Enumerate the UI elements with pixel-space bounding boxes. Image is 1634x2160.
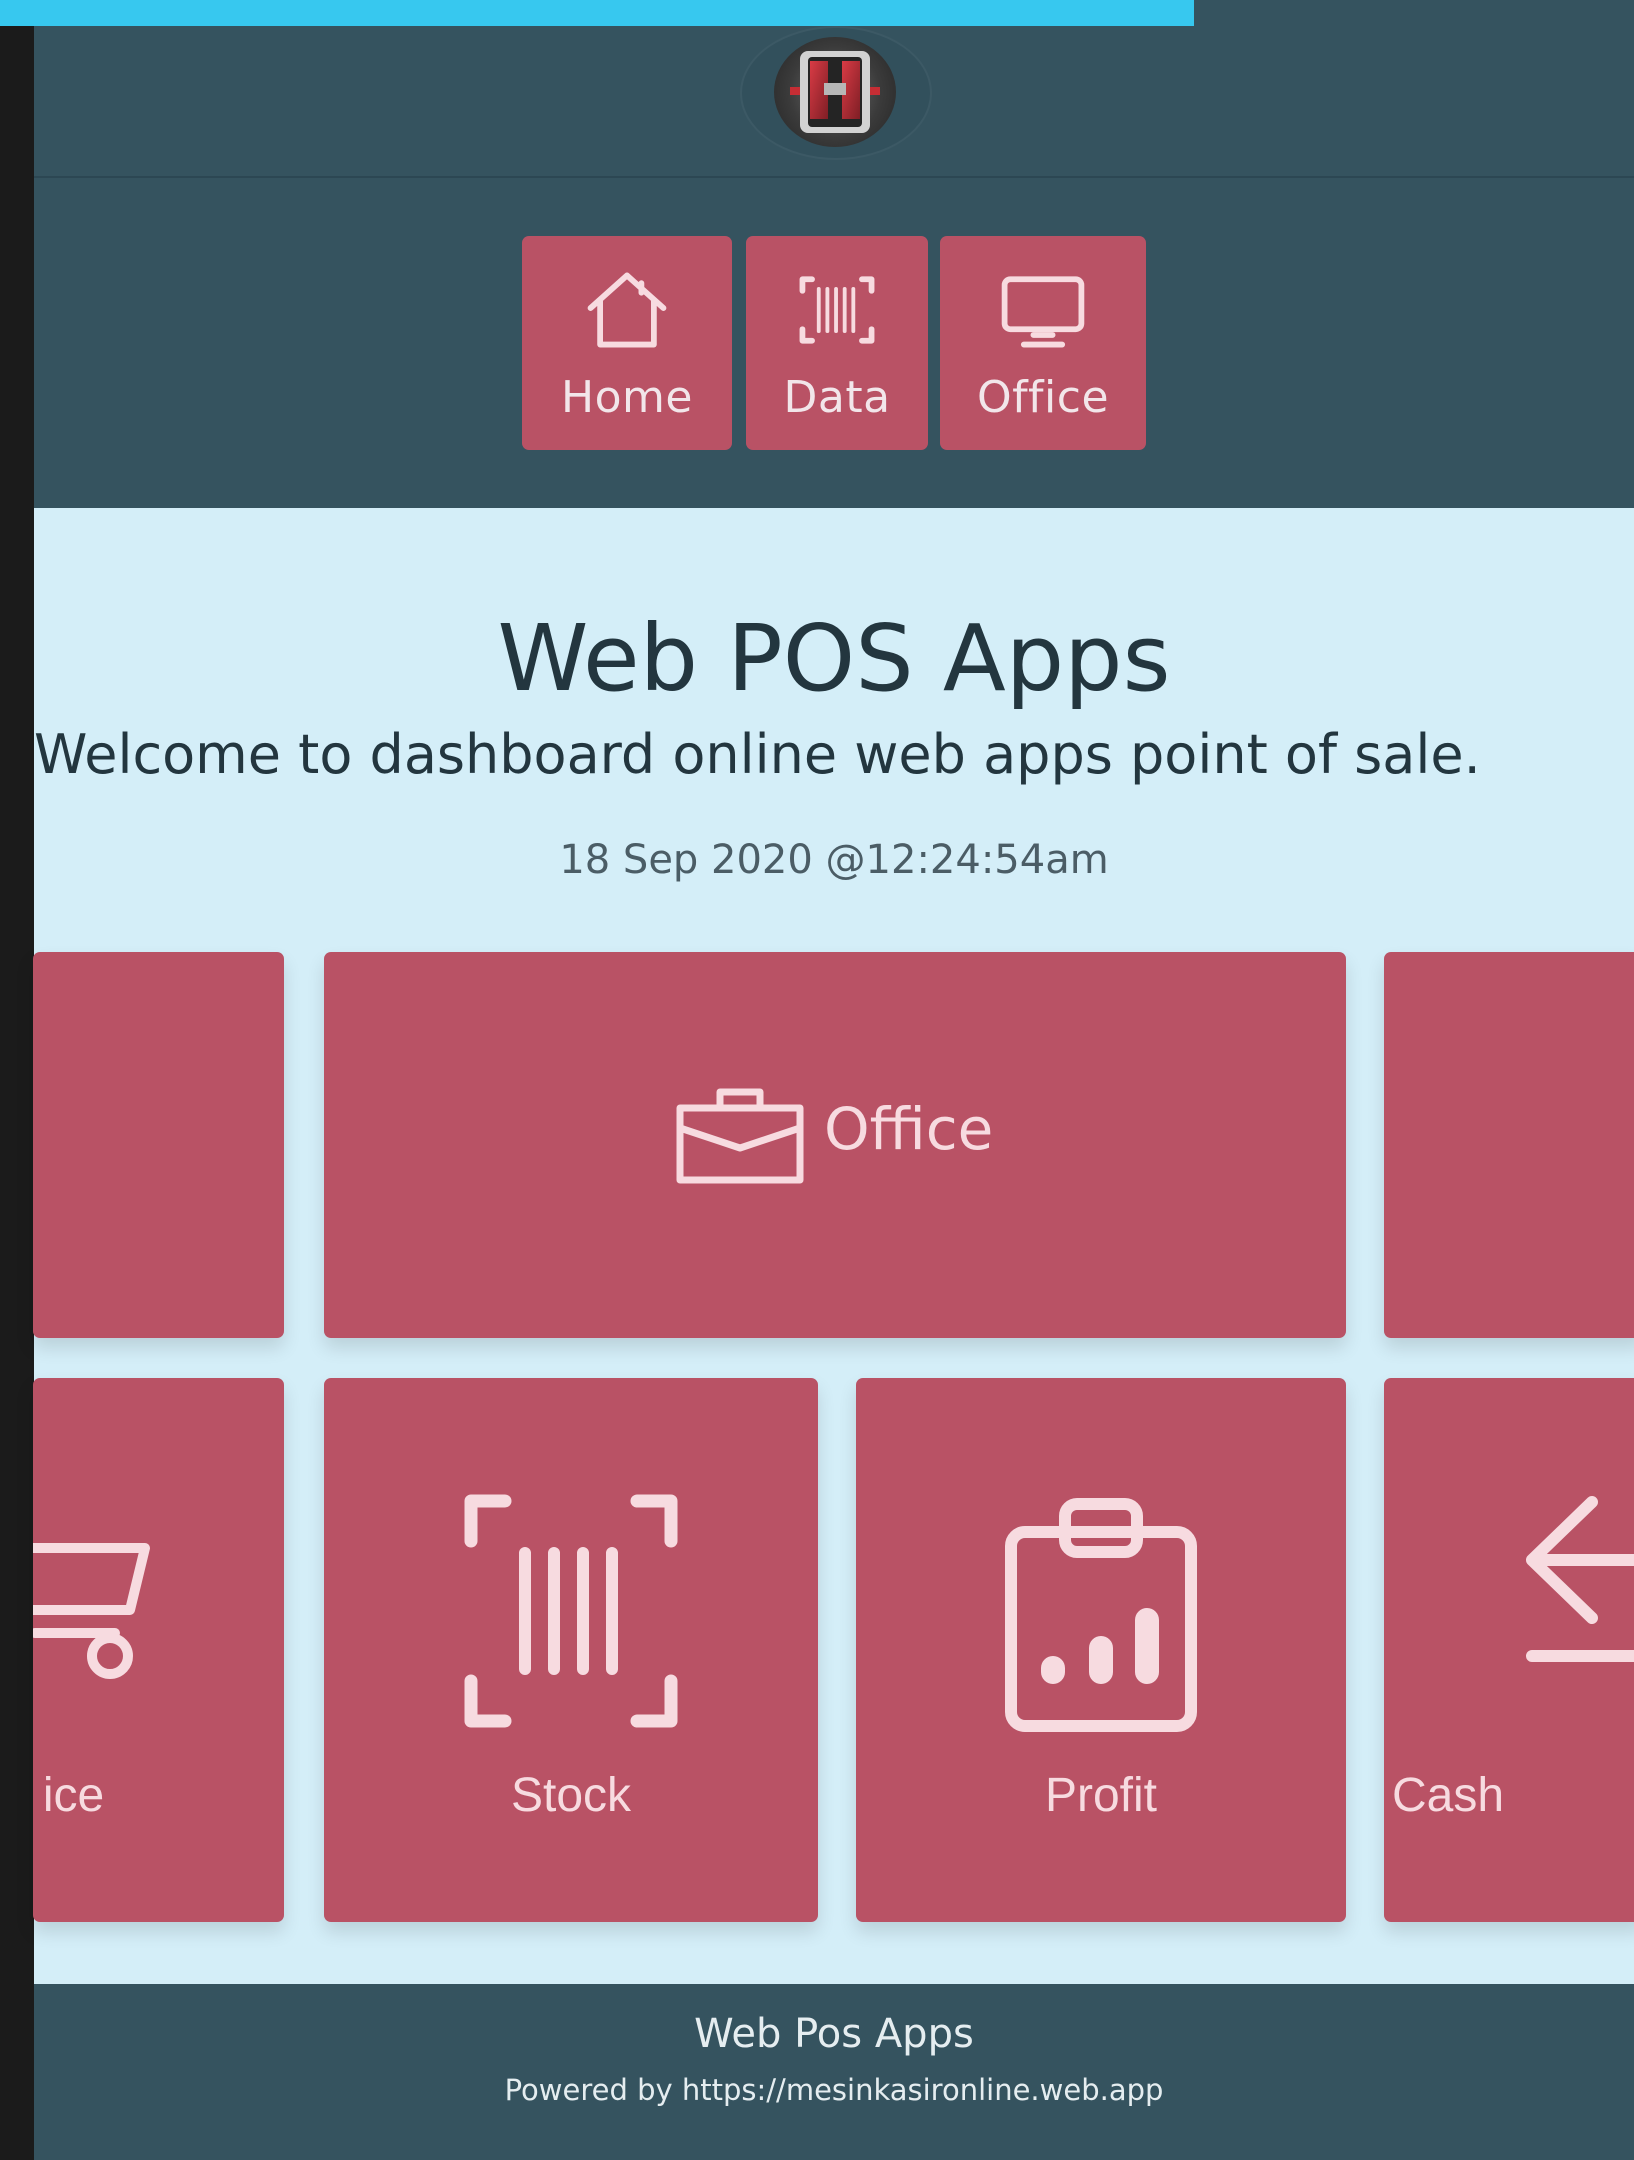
date-time: 18 Sep 2020 @12:24:54am xyxy=(559,837,1109,883)
footer: Web Pos Apps Powered by https://mesinkas… xyxy=(34,1984,1634,2160)
tile-stock-label: Stock xyxy=(510,1769,632,1822)
monitor-icon xyxy=(1001,276,1085,348)
footer-title: Web Pos Apps xyxy=(694,2011,974,2057)
home-icon xyxy=(587,272,667,348)
logo-mark-icon: H xyxy=(790,51,880,133)
tile-office-label: Office xyxy=(824,1095,994,1163)
welcome-subtitle: Welcome to dashboard online web apps poi… xyxy=(34,723,1481,786)
nav-home-label: Home xyxy=(561,372,693,423)
dashboard-hero: Web POS Apps Welcome to dashboard online… xyxy=(33,508,1634,1984)
nav-data-label: Data xyxy=(783,372,891,423)
tile-cash[interactable]: Cash xyxy=(1384,1378,1634,1922)
tile-profit[interactable]: Profit xyxy=(856,1378,1346,1922)
briefcase-icon xyxy=(676,1088,804,1184)
tile-cash-label: Cash xyxy=(1392,1769,1505,1822)
app-screen: H Home Data Office Web POS Apps Welcome … xyxy=(0,0,1634,2160)
tile-service[interactable]: ice xyxy=(33,1378,284,1922)
top-nav: Home Data Office xyxy=(522,236,1146,450)
tile-service-label: ice xyxy=(42,1769,105,1822)
tile-profit-label: Profit xyxy=(1044,1769,1158,1822)
nav-office-button[interactable]: Office xyxy=(940,236,1146,450)
page-title: Web POS Apps xyxy=(497,605,1171,712)
tile-left-partial[interactable] xyxy=(33,952,284,1338)
nav-office-label: Office xyxy=(976,372,1110,423)
svg-text:H: H xyxy=(825,82,845,112)
brand-logo[interactable]: H xyxy=(774,37,896,147)
tile-right-partial[interactable] xyxy=(1384,952,1634,1338)
nav-home-button[interactable]: Home xyxy=(522,236,732,450)
footer-powered-link[interactable]: Powered by https://mesinkasironline.web.… xyxy=(34,2072,1634,2108)
left-edge-bar xyxy=(0,0,34,2160)
tile-office[interactable]: Office xyxy=(324,952,1346,1338)
top-accent-bar xyxy=(0,0,1194,26)
header-divider xyxy=(34,176,1634,178)
barcode-icon xyxy=(464,1494,678,1728)
cart-icon xyxy=(33,1543,150,1679)
barcode-icon xyxy=(799,276,875,344)
clipboard-chart-icon xyxy=(1005,1498,1197,1732)
cash-icon xyxy=(1526,1496,1634,1662)
nav-data-button[interactable]: Data xyxy=(746,236,928,450)
tile-stock[interactable]: Stock xyxy=(324,1378,818,1922)
